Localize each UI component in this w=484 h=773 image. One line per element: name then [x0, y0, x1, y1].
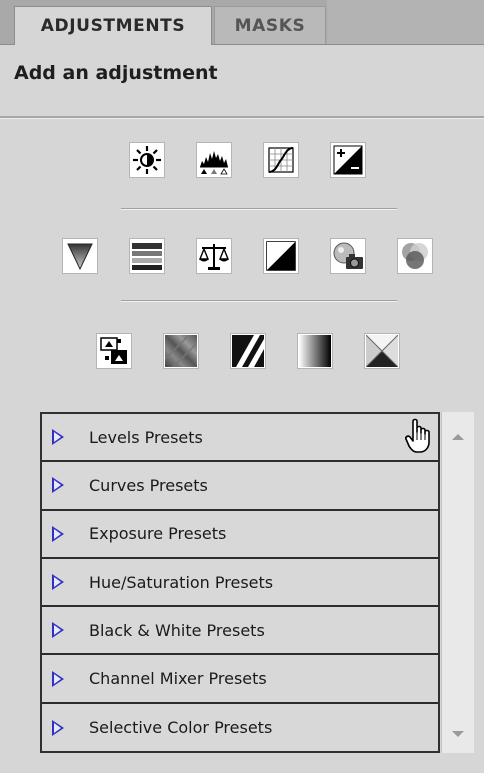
hue-saturation-icon[interactable]	[129, 238, 165, 274]
levels-icon[interactable]	[196, 142, 232, 178]
icon-row-separator	[121, 300, 397, 302]
selective-color-icon[interactable]	[364, 333, 400, 369]
disclosure-triangle-icon[interactable]	[52, 719, 64, 736]
disclosure-triangle-icon[interactable]	[52, 477, 64, 494]
presets-scrollbar[interactable]	[441, 412, 474, 753]
heading-divider	[0, 116, 484, 119]
disclosure-triangle-icon[interactable]	[52, 429, 64, 446]
list-item-channel-mixer-presets[interactable]: Channel Mixer Presets	[42, 655, 438, 704]
color-balance-icon[interactable]	[196, 238, 232, 274]
list-item-levels-presets[interactable]: Levels Presets	[42, 414, 438, 463]
posterize-icon[interactable]	[163, 333, 199, 369]
list-item-selective-color-presets[interactable]: Selective Color Presets	[42, 703, 438, 751]
tab-adjustments[interactable]: ADJUSTMENTS	[14, 6, 212, 45]
photo-filter-icon[interactable]	[330, 238, 366, 274]
presets-list: Levels Presets Curves Presets Exposure P…	[40, 412, 440, 753]
channel-mixer-icon[interactable]	[397, 238, 433, 274]
tab-masks[interactable]: MASKS	[214, 6, 326, 44]
list-item-curves-presets[interactable]: Curves Presets	[42, 462, 438, 511]
list-item-black-white-presets[interactable]: Black & White Presets	[42, 607, 438, 656]
black-white-icon[interactable]	[263, 238, 299, 274]
scroll-up-arrow-icon[interactable]	[452, 434, 464, 440]
list-item-label: Curves Presets	[89, 475, 208, 495]
icon-row-separator	[121, 208, 397, 210]
disclosure-triangle-icon[interactable]	[52, 622, 64, 639]
list-item-label: Black & White Presets	[89, 620, 265, 640]
list-item-label: Levels Presets	[89, 427, 203, 447]
list-item-label: Hue/Saturation Presets	[89, 572, 274, 592]
brightness-contrast-icon[interactable]	[129, 142, 165, 178]
list-item-label: Channel Mixer Presets	[89, 669, 267, 689]
exposure-icon[interactable]	[330, 142, 366, 178]
disclosure-triangle-icon[interactable]	[52, 574, 64, 591]
gradient-map-icon[interactable]	[297, 333, 333, 369]
tab-strip-filler	[327, 0, 484, 44]
hand-cursor-icon	[405, 418, 430, 453]
disclosure-triangle-icon[interactable]	[52, 525, 64, 542]
list-item-hue-saturation-presets[interactable]: Hue/Saturation Presets	[42, 558, 438, 608]
disclosure-triangle-icon[interactable]	[52, 670, 64, 687]
list-item-label: Selective Color Presets	[89, 718, 273, 738]
tab-strip: ADJUSTMENTS MASKS	[0, 0, 484, 45]
invert-icon[interactable]	[96, 333, 132, 369]
list-item-label: Exposure Presets	[89, 524, 227, 544]
threshold-icon[interactable]	[230, 333, 266, 369]
curves-icon[interactable]	[263, 142, 299, 178]
adjustments-panel: ADJUSTMENTS MASKS Add an adjustment Leve…	[0, 0, 484, 773]
list-item-exposure-presets[interactable]: Exposure Presets	[42, 510, 438, 559]
vibrance-icon[interactable]	[62, 238, 98, 274]
panel-heading: Add an adjustment	[14, 62, 218, 84]
scroll-down-arrow-icon[interactable]	[452, 731, 464, 737]
